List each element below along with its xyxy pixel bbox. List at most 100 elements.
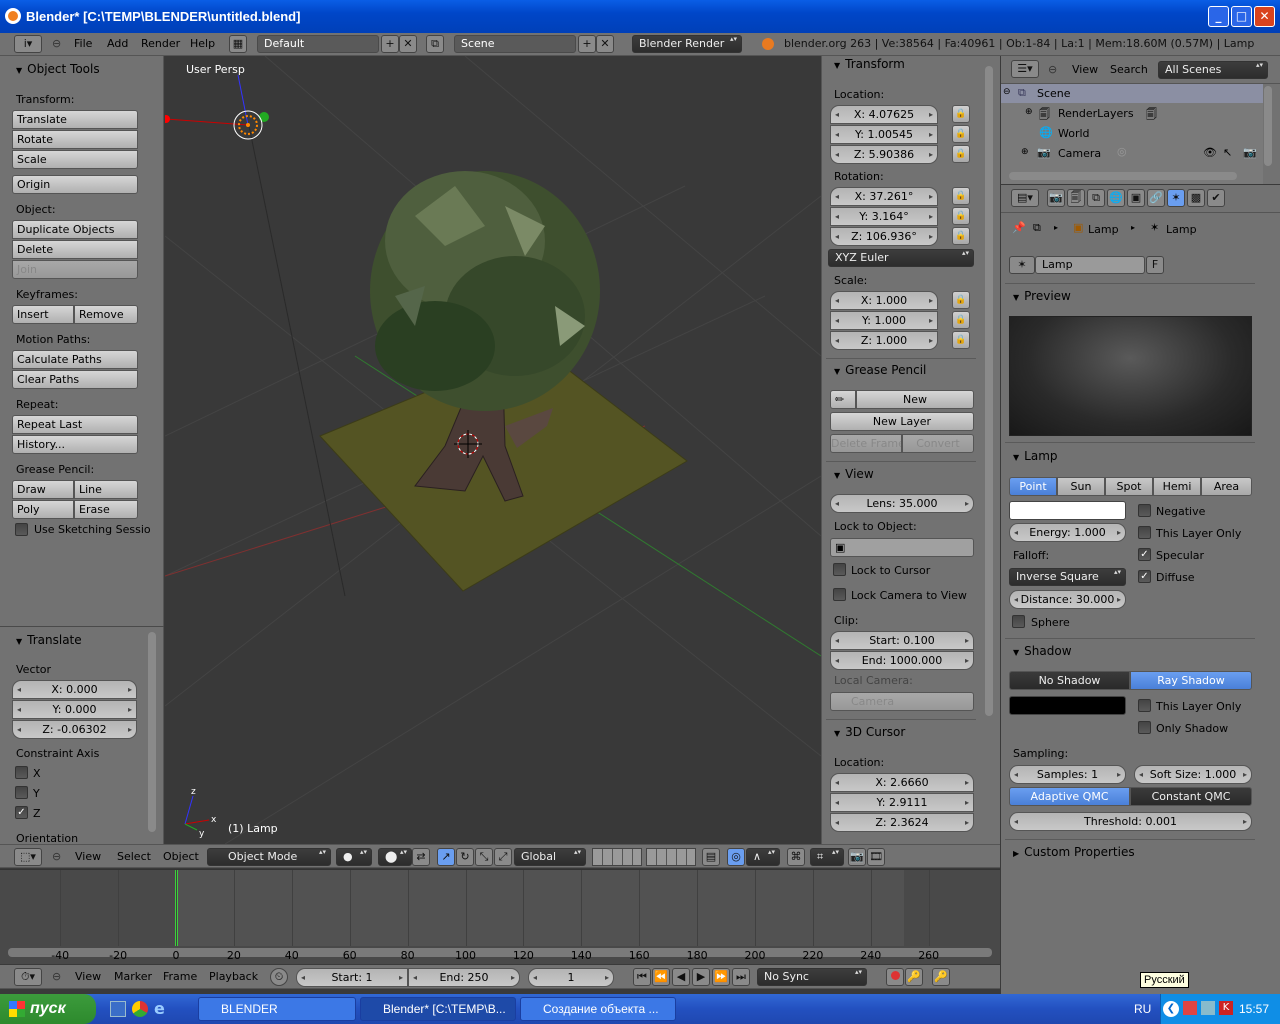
viewport-menu-object[interactable]: Object	[163, 845, 199, 869]
lamp-type-hemi[interactable]: Hemi	[1153, 477, 1201, 496]
transform-orientation-select[interactable]: Global	[514, 848, 586, 866]
n-panel-scrollbar[interactable]	[985, 66, 993, 716]
rotation-y-field[interactable]: Y: 3.164°	[830, 207, 938, 226]
current-frame-field[interactable]: 1	[528, 968, 614, 987]
clip-start-field[interactable]: Start: 0.100	[830, 631, 974, 650]
remove-keyframe-button[interactable]: Remove	[74, 305, 138, 324]
proportional-edit-icon[interactable]: ◎	[727, 848, 745, 866]
lock-location-x-icon[interactable]: 🔒	[952, 105, 970, 123]
lock-scale-y-icon[interactable]: 🔒	[952, 311, 970, 329]
outliner-scrollbar-h[interactable]	[1009, 172, 1237, 180]
jump-prev-keyframe-icon[interactable]: ⏪	[652, 968, 670, 986]
lock-location-y-icon[interactable]: 🔒	[952, 125, 970, 143]
lamp-color-swatch[interactable]	[1009, 501, 1126, 520]
outliner-row-world[interactable]: 🌐 World	[1001, 124, 1263, 143]
constraint-y-checkbox[interactable]	[15, 786, 28, 799]
lock-object-field[interactable]: ▣	[830, 538, 974, 557]
end-frame-field[interactable]: End: 250	[408, 968, 520, 987]
world-tab-icon[interactable]: 🌐	[1107, 189, 1125, 207]
breadcrumb-lamp-data[interactable]: Lamp	[1166, 223, 1197, 236]
rotate-button[interactable]: Rotate	[12, 130, 138, 149]
jump-start-icon[interactable]: ⏮	[633, 968, 651, 986]
outliner-row-scene[interactable]: ⊖ ⧉ Scene	[1001, 84, 1263, 103]
lamp-type-point[interactable]: Point	[1009, 477, 1057, 496]
lock-scale-x-icon[interactable]: 🔒	[952, 291, 970, 309]
lamp-data-tab-icon[interactable]: ✶	[1167, 189, 1185, 207]
lamp-name-field[interactable]: Lamp	[1035, 256, 1145, 274]
calculate-paths-button[interactable]: Calculate Paths	[12, 350, 138, 369]
grease-draw-button[interactable]: Draw	[12, 480, 74, 499]
lock-rotation-y-icon[interactable]: 🔒	[952, 207, 970, 225]
cursor-y-field[interactable]: Y: 2.9111	[830, 793, 974, 812]
outliner-row-renderlayers[interactable]: ⊕ 🗐 RenderLayers 🗐	[1001, 104, 1263, 123]
timeline-menu-frame[interactable]: Frame	[163, 965, 197, 989]
tray-app-icon[interactable]	[1183, 1001, 1197, 1015]
render-engine-select[interactable]: Blender Render	[632, 35, 742, 53]
rotation-z-field[interactable]: Z: 106.936°	[830, 227, 938, 246]
delete-button[interactable]: Delete	[12, 240, 138, 259]
maximize-button[interactable]: □	[1231, 6, 1252, 27]
menu-help[interactable]: Help	[190, 33, 215, 55]
jump-next-keyframe-icon[interactable]: ⏩	[712, 968, 730, 986]
scene-tab-icon[interactable]: ⧉	[1087, 189, 1105, 207]
editor-type-info-icon[interactable]: i▾	[14, 35, 42, 53]
lock-location-z-icon[interactable]: 🔒	[952, 145, 970, 163]
cursor-x-field[interactable]: X: 2.6660	[830, 773, 974, 792]
render-anim-icon[interactable]: 🎞	[867, 848, 885, 866]
visibility-eye-icon[interactable]: 👁	[1203, 146, 1217, 159]
manipulator-toggle-icon[interactable]: ⇄	[412, 848, 430, 866]
scale-x-field[interactable]: X: 1.000	[830, 291, 938, 310]
local-camera-field[interactable]: Camera	[830, 692, 974, 711]
minimize-button[interactable]: _	[1208, 6, 1229, 27]
render-layers-tab-icon[interactable]: 🗐	[1067, 189, 1085, 207]
location-z-field[interactable]: Z: 5.90386	[830, 145, 938, 164]
new-grease-button[interactable]: New	[856, 390, 974, 409]
fake-user-button[interactable]: F	[1146, 256, 1164, 274]
transform-panel-header[interactable]: Transform	[834, 57, 905, 71]
delete-frame-button[interactable]: Delete Frame	[830, 434, 902, 453]
timeline-area[interactable]: -40 -20 0 20 40 60 80 100 120 140 160 180 200 220 240 2…	[0, 869, 1000, 964]
origin-button[interactable]: Origin	[12, 175, 138, 194]
sync-mode-select[interactable]: No Sync	[757, 968, 867, 986]
energy-field[interactable]: Energy: 1.000	[1009, 523, 1126, 542]
3d-cursor-panel-header[interactable]: 3D Cursor	[834, 725, 905, 739]
taskbar-item-blender[interactable]: Blender* [C:\TEMP\B...	[360, 997, 516, 1021]
close-button[interactable]: ✕	[1254, 6, 1275, 27]
timeline-menu-playback[interactable]: Playback	[209, 965, 258, 989]
physics-tab-icon[interactable]: ✔	[1207, 189, 1225, 207]
outliner-display-select[interactable]: All Scenes	[1158, 61, 1268, 79]
play-icon[interactable]: ▶	[692, 968, 710, 986]
object-tab-icon[interactable]: ▣	[1127, 189, 1145, 207]
tray-arrow-icon[interactable]: ❮	[1163, 1001, 1179, 1017]
scene-crumb-icon[interactable]: ⧉	[1033, 221, 1041, 235]
toolshelf-scrollbar[interactable]	[148, 632, 156, 832]
location-x-field[interactable]: X: 4.07625	[830, 105, 938, 124]
repeat-last-button[interactable]: Repeat Last	[12, 415, 138, 434]
lamp-type-spot[interactable]: Spot	[1105, 477, 1153, 496]
expand-icon[interactable]: ⊖	[1003, 87, 1011, 97]
lock-to-cursor-checkbox[interactable]	[833, 563, 846, 576]
lock-layers-icon[interactable]: ▤	[702, 848, 720, 866]
timeline-menu-marker[interactable]: Marker	[114, 965, 152, 989]
viewport-menu-select[interactable]: Select	[117, 845, 151, 869]
insert-keyframe-button[interactable]: Insert	[12, 305, 74, 324]
clear-paths-button[interactable]: Clear Paths	[12, 370, 138, 389]
viewport-menu-view[interactable]: View	[75, 845, 101, 869]
start-button[interactable]: пуск	[0, 994, 96, 1024]
timeline-scrollbar[interactable]	[8, 948, 992, 957]
pivot-point-select[interactable]: ⬤	[378, 848, 412, 866]
editor-type-properties-icon[interactable]: ▤▾	[1011, 189, 1039, 207]
add-layout-button[interactable]: +	[381, 35, 399, 53]
this-layer-only-checkbox[interactable]	[1138, 526, 1151, 539]
menu-file[interactable]: File	[74, 33, 92, 55]
constant-qmc-button[interactable]: Constant QMC	[1130, 787, 1252, 806]
cursor-z-field[interactable]: Z: 2.3624	[830, 813, 974, 832]
jump-end-icon[interactable]: ⏭	[732, 968, 750, 986]
rotation-mode-select[interactable]: XYZ Euler	[828, 249, 974, 267]
remove-scene-button[interactable]: ✕	[596, 35, 614, 53]
outliner-menu-search[interactable]: Search	[1110, 56, 1148, 84]
expand-icon[interactable]: ⊕	[1025, 107, 1033, 117]
falloff-select[interactable]: ∧	[746, 848, 780, 866]
ray-shadow-button[interactable]: Ray Shadow	[1130, 671, 1252, 690]
new-layer-button[interactable]: New Layer	[830, 412, 974, 431]
